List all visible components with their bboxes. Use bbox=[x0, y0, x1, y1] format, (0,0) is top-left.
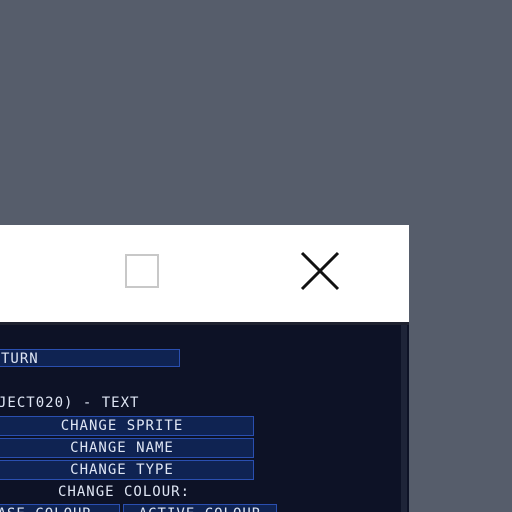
maximize-square-icon bbox=[125, 254, 159, 288]
change-name-button[interactable]: CHANGE NAME bbox=[0, 438, 254, 458]
object-heading: JECT020) - TEXT bbox=[0, 395, 140, 411]
maximize-button[interactable] bbox=[114, 245, 170, 297]
return-button[interactable]: TURN bbox=[0, 349, 180, 367]
close-x-icon bbox=[300, 251, 340, 291]
object-properties-panel: TURN JECT020) - TEXT CHANGE SPRITE CHANG… bbox=[0, 325, 409, 512]
change-type-button[interactable]: CHANGE TYPE bbox=[0, 460, 254, 480]
change-sprite-button[interactable]: CHANGE SPRITE bbox=[0, 416, 254, 436]
change-colour-heading: CHANGE COLOUR: bbox=[58, 484, 191, 500]
close-button[interactable] bbox=[292, 245, 348, 297]
active-colour-button[interactable]: ACTIVE COLOUR bbox=[123, 504, 277, 512]
base-colour-button[interactable]: BASE COLOUR bbox=[0, 504, 120, 512]
window-titlebar[interactable] bbox=[0, 225, 409, 322]
panel-scrollbar[interactable] bbox=[401, 325, 407, 512]
editor-window: TURN JECT020) - TEXT CHANGE SPRITE CHANG… bbox=[0, 225, 409, 512]
